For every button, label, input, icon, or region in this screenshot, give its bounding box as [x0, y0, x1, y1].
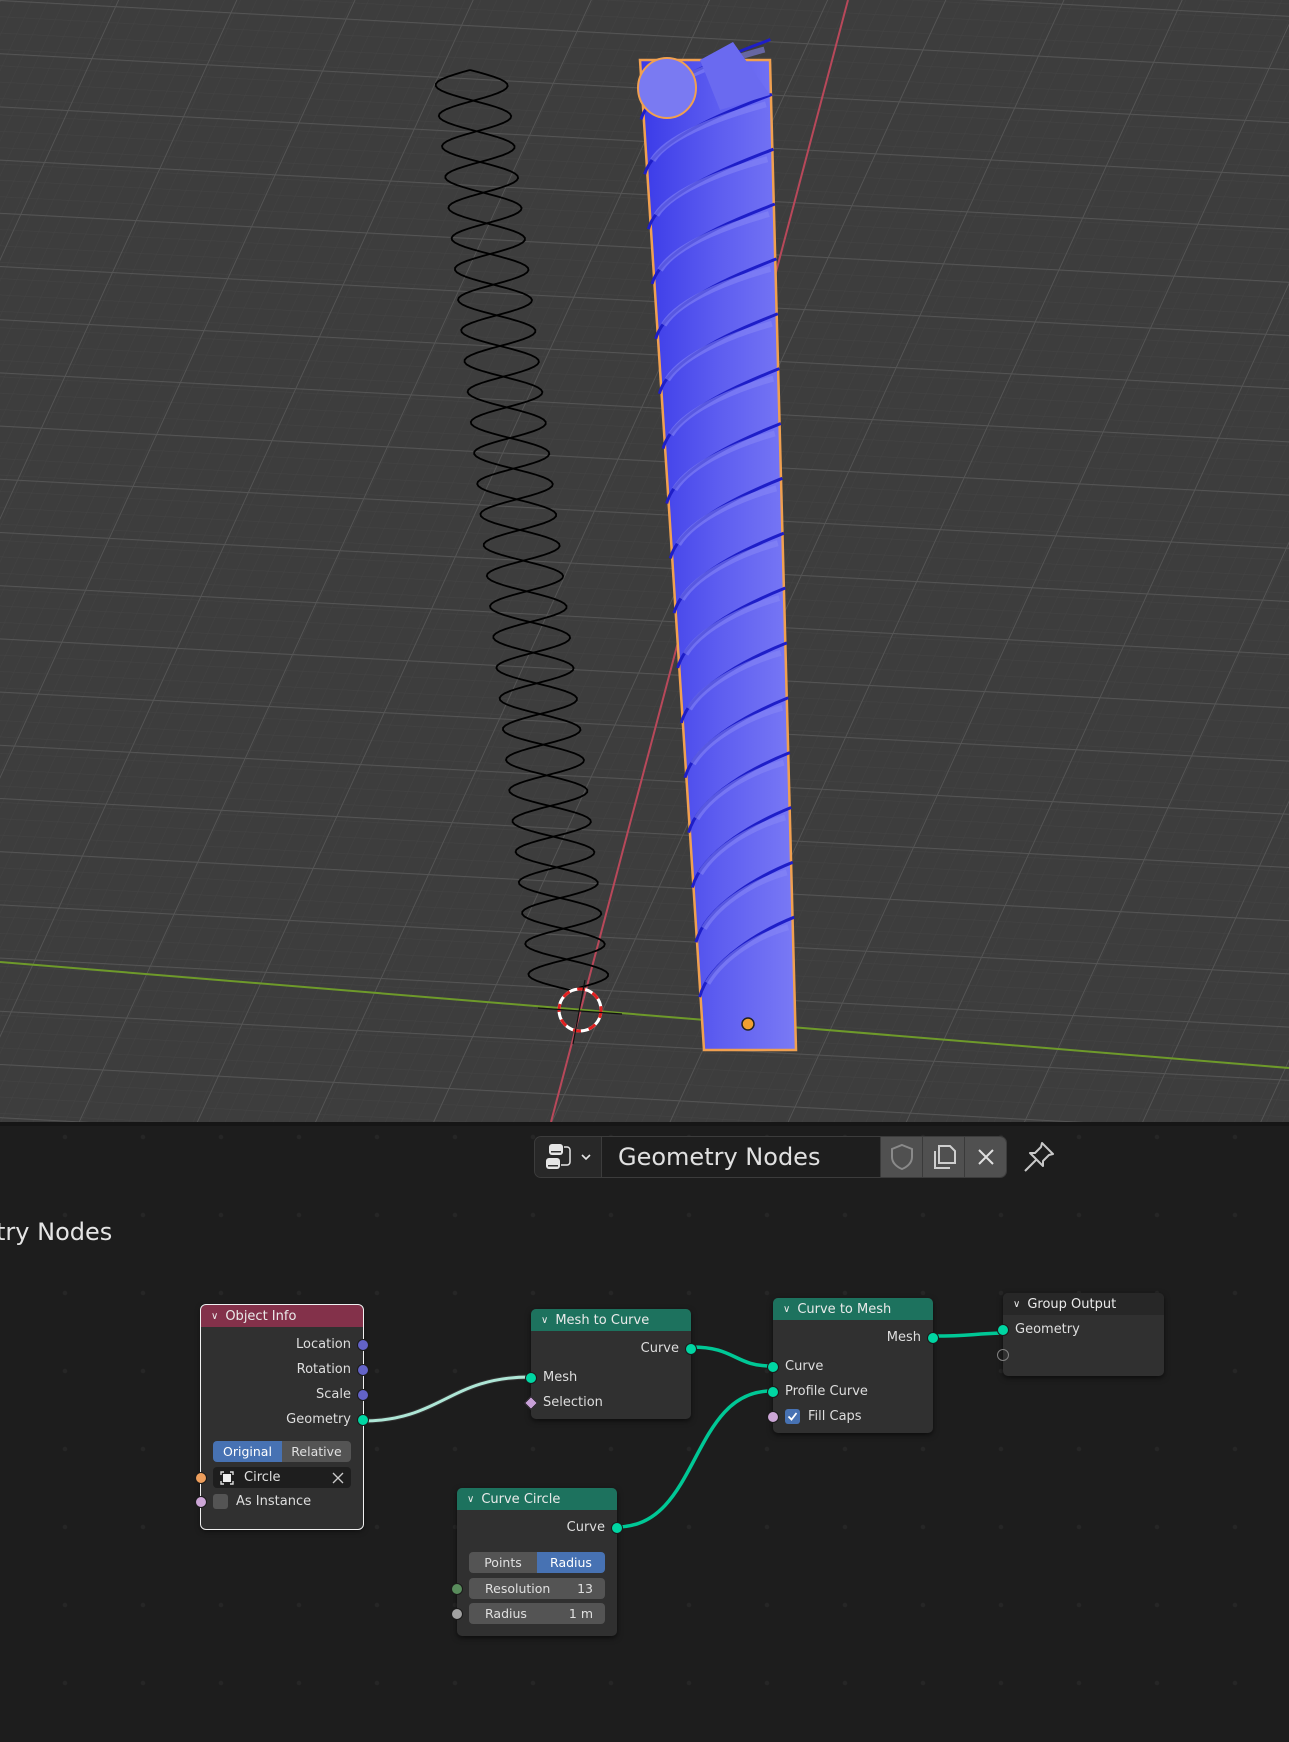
socket-label: Mesh	[886, 1330, 921, 1345]
node-mesh-to-curve[interactable]: ∨ Mesh to Curve Curve Mesh Selection	[523, 1309, 697, 1419]
integer-socket[interactable]	[451, 1583, 463, 1595]
as-instance-row: As Instance	[195, 1489, 363, 1514]
socket-label: Scale	[316, 1387, 351, 1402]
geometry-socket[interactable]	[611, 1522, 623, 1534]
node-curve-circle[interactable]: ∨ Curve Circle Curve Points Radius Resol…	[451, 1488, 623, 1636]
virtual-socket[interactable]	[997, 1349, 1009, 1361]
object-field[interactable]: Circle	[213, 1467, 351, 1488]
node-header[interactable]: ∨ Mesh to Curve	[531, 1309, 691, 1331]
output-geometry: Geometry	[201, 1407, 369, 1432]
geometry-socket[interactable]	[767, 1361, 779, 1373]
chevron-down-icon[interactable]: ∨	[783, 1304, 790, 1315]
3d-viewport[interactable]	[0, 0, 1289, 1122]
radius-field[interactable]: Radius 1 m	[469, 1603, 605, 1624]
float-socket[interactable]	[451, 1608, 463, 1620]
link-object-geometry-to-mesh[interactable]	[362, 1375, 531, 1423]
node-editor[interactable]: Geometry Nodes try Nodes ∨ Object Info L…	[0, 1126, 1289, 1742]
output-curve: Curve	[457, 1515, 623, 1540]
chevron-down-icon[interactable]: ∨	[467, 1494, 474, 1505]
viewport-canvas[interactable]	[0, 0, 1289, 1122]
node-header[interactable]: ∨ Object Info	[201, 1305, 363, 1327]
relative-option[interactable]: Relative	[282, 1441, 351, 1462]
transform-space-toggle: Original Relative	[213, 1441, 351, 1462]
socket-label: Profile Curve	[785, 1384, 868, 1399]
node-header[interactable]: ∨ Group Output	[1003, 1293, 1164, 1315]
node-title: Object Info	[225, 1308, 297, 1324]
node-object-info[interactable]: ∨ Object Info Location Rotation Scale Ge…	[195, 1304, 369, 1530]
output-rotation: Rotation	[201, 1357, 369, 1382]
geometry-socket[interactable]	[927, 1332, 939, 1344]
socket-label: Geometry	[1015, 1322, 1080, 1337]
geometry-socket[interactable]	[997, 1324, 1009, 1336]
node-title: Curve Circle	[481, 1491, 561, 1507]
socket-label: Selection	[543, 1395, 603, 1410]
rope-cap	[637, 57, 697, 119]
radius-option[interactable]: Radius	[537, 1552, 605, 1573]
socket-label: Rotation	[296, 1362, 351, 1377]
link-curve-to-curve[interactable]	[691, 1345, 772, 1368]
mesh-object-icon	[220, 1470, 234, 1485]
object-origin-dot	[741, 1017, 755, 1031]
geometry-socket[interactable]	[357, 1414, 369, 1426]
field-value: 13	[577, 1581, 593, 1596]
points-option[interactable]: Points	[469, 1552, 537, 1573]
output-location: Location	[201, 1332, 369, 1357]
socket-label: Location	[296, 1337, 351, 1352]
node-header[interactable]: ∨ Curve Circle	[457, 1488, 617, 1510]
node-links	[362, 1331, 1003, 1529]
socket-label: Mesh	[543, 1370, 578, 1385]
chevron-down-icon[interactable]: ∨	[1013, 1299, 1020, 1310]
vector-socket[interactable]	[357, 1364, 369, 1376]
vector-socket[interactable]	[357, 1339, 369, 1351]
node-group-output[interactable]: ∨ Group Output Geometry	[997, 1293, 1164, 1376]
input-profile-curve: Profile Curve	[767, 1379, 933, 1404]
input-geometry: Geometry	[997, 1317, 1164, 1342]
clear-icon[interactable]	[331, 1471, 345, 1485]
input-mesh: Mesh	[525, 1365, 691, 1390]
vector-socket[interactable]	[357, 1389, 369, 1401]
node-title: Group Output	[1027, 1296, 1117, 1312]
geometry-socket[interactable]	[767, 1386, 779, 1398]
fill-caps-row: Fill Caps	[767, 1404, 933, 1429]
input-selection: Selection	[523, 1390, 691, 1415]
socket-label: Curve	[640, 1341, 679, 1356]
fill-caps-label: Fill Caps	[808, 1409, 862, 1424]
as-instance-label: As Instance	[236, 1494, 312, 1509]
output-scale: Scale	[201, 1382, 369, 1407]
grid-major	[0, 0, 1289, 1122]
boolean-socket[interactable]	[195, 1496, 207, 1508]
output-mesh: Mesh	[773, 1325, 939, 1350]
output-curve: Curve	[531, 1336, 697, 1361]
resolution-field[interactable]: Resolution 13	[469, 1578, 605, 1599]
socket-label: Geometry	[286, 1412, 351, 1427]
chevron-down-icon[interactable]: ∨	[541, 1315, 548, 1326]
geometry-socket[interactable]	[685, 1343, 697, 1355]
input-curve: Curve	[767, 1354, 933, 1379]
geometry-socket[interactable]	[525, 1372, 537, 1384]
object-name: Circle	[244, 1470, 281, 1485]
node-curve-to-mesh[interactable]: ∨ Curve to Mesh Mesh Curve Profile Curve…	[767, 1298, 939, 1433]
socket-label: Curve	[566, 1520, 605, 1535]
as-instance-checkbox[interactable]	[213, 1494, 228, 1509]
field-value: 1 m	[568, 1606, 593, 1621]
field-label: Resolution	[485, 1581, 551, 1596]
node-header[interactable]: ∨ Curve to Mesh	[773, 1298, 933, 1320]
empty-input	[997, 1342, 1164, 1367]
socket-label: Curve	[785, 1359, 824, 1374]
node-title: Curve to Mesh	[797, 1301, 892, 1317]
object-socket[interactable]	[195, 1472, 207, 1484]
original-option[interactable]: Original	[213, 1441, 282, 1462]
fill-caps-checkbox[interactable]	[785, 1409, 800, 1424]
checkmark-icon	[787, 1412, 798, 1421]
link-mesh-to-output[interactable]	[933, 1331, 1003, 1338]
mode-toggle: Points Radius	[469, 1552, 605, 1573]
boolean-socket[interactable]	[767, 1411, 779, 1423]
field-label: Radius	[485, 1606, 527, 1621]
chevron-down-icon[interactable]: ∨	[211, 1311, 218, 1322]
node-title: Mesh to Curve	[555, 1312, 650, 1328]
